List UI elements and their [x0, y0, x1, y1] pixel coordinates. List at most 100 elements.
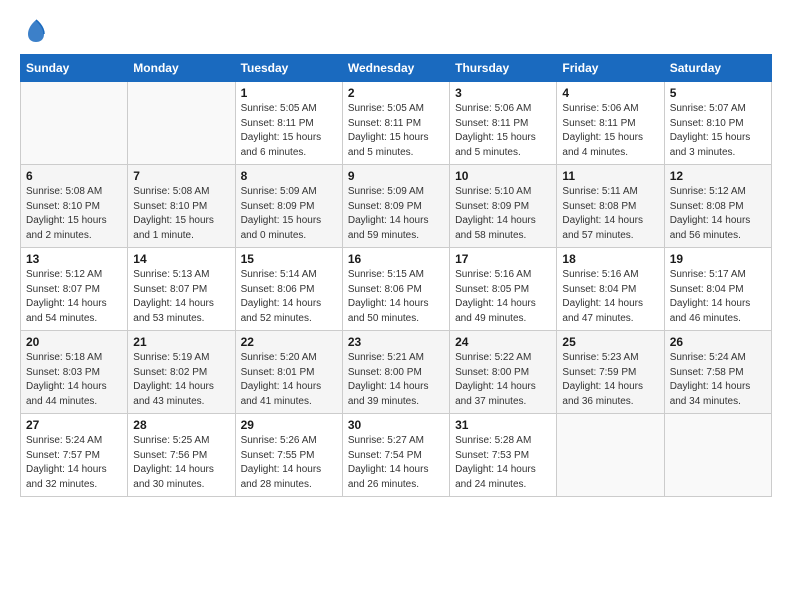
calendar-cell: 21 Sunrise: 5:19 AM Sunset: 8:02 PM Dayli…	[128, 331, 235, 414]
day-info: Sunrise: 5:07 AM Sunset: 8:10 PM Dayligh…	[670, 102, 766, 160]
column-header-friday: Friday	[557, 55, 664, 82]
column-header-sunday: Sunday	[21, 55, 128, 82]
day-info: Sunrise: 5:20 AM Sunset: 8:01 PM Dayligh…	[241, 351, 337, 409]
day-info: Sunrise: 5:19 AM Sunset: 8:02 PM Dayligh…	[133, 351, 229, 409]
calendar-cell: 5 Sunrise: 5:07 AM Sunset: 8:10 PM Daylig…	[664, 82, 771, 165]
calendar-cell: 9 Sunrise: 5:09 AM Sunset: 8:09 PM Daylig…	[342, 165, 449, 248]
day-number: 11	[562, 169, 658, 183]
day-info: Sunrise: 5:21 AM Sunset: 8:00 PM Dayligh…	[348, 351, 444, 409]
calendar-cell: 23 Sunrise: 5:21 AM Sunset: 8:00 PM Dayli…	[342, 331, 449, 414]
calendar-cell: 12Sunrise: 5:12 AM Sunset: 8:08 PM Dayli…	[664, 165, 771, 248]
calendar-cell: 25Sunrise: 5:23 AM Sunset: 7:59 PM Dayli…	[557, 331, 664, 414]
calendar-cell: 3Sunrise: 5:06 AM Sunset: 8:11 PM Daylig…	[450, 82, 557, 165]
column-header-tuesday: Tuesday	[235, 55, 342, 82]
day-number: 9	[348, 169, 444, 183]
day-info: Sunrise: 5:27 AM Sunset: 7:54 PM Dayligh…	[348, 434, 444, 492]
day-info: Sunrise: 5:24 AM Sunset: 7:57 PM Dayligh…	[26, 434, 122, 492]
day-number: 22	[241, 335, 337, 349]
calendar-cell: 27Sunrise: 5:24 AM Sunset: 7:57 PM Dayli…	[21, 414, 128, 497]
day-number: 28	[133, 418, 229, 432]
day-info: Sunrise: 5:15 AM Sunset: 8:06 PM Dayligh…	[348, 268, 444, 326]
day-info: Sunrise: 5:16 AM Sunset: 8:05 PM Dayligh…	[455, 268, 551, 326]
day-number: 26	[670, 335, 766, 349]
day-info: Sunrise: 5:09 AM Sunset: 8:09 PM Dayligh…	[348, 185, 444, 243]
calendar-cell: 30 Sunrise: 5:27 AM Sunset: 7:54 PM Dayli…	[342, 414, 449, 497]
page-header	[20, 20, 772, 44]
day-info: Sunrise: 5:28 AM Sunset: 7:53 PM Dayligh…	[455, 434, 551, 492]
calendar-row-week-1: 1 Sunrise: 5:05 AM Sunset: 8:11 PM Daylig…	[21, 82, 772, 165]
day-info: Sunrise: 5:09 AM Sunset: 8:09 PM Dayligh…	[241, 185, 337, 243]
calendar-cell	[21, 82, 128, 165]
day-number: 20	[26, 335, 122, 349]
calendar-cell	[128, 82, 235, 165]
day-info: Sunrise: 5:10 AM Sunset: 8:09 PM Dayligh…	[455, 185, 551, 243]
day-number: 30	[348, 418, 444, 432]
calendar-cell	[664, 414, 771, 497]
day-number: 25	[562, 335, 658, 349]
calendar-cell: 22 Sunrise: 5:20 AM Sunset: 8:01 PM Dayli…	[235, 331, 342, 414]
calendar-cell: 17 Sunrise: 5:16 AM Sunset: 8:05 PM Dayli…	[450, 248, 557, 331]
day-number: 5	[670, 86, 766, 100]
day-info: Sunrise: 5:06 AM Sunset: 8:11 PM Dayligh…	[455, 102, 551, 160]
calendar-cell: 10 Sunrise: 5:10 AM Sunset: 8:09 PM Dayli…	[450, 165, 557, 248]
calendar-table: SundayMondayTuesdayWednesdayThursdayFrid…	[20, 54, 772, 497]
day-info: Sunrise: 5:13 AM Sunset: 8:07 PM Dayligh…	[133, 268, 229, 326]
day-number: 7	[133, 169, 229, 183]
day-number: 1	[241, 86, 337, 100]
day-info: Sunrise: 5:14 AM Sunset: 8:06 PM Dayligh…	[241, 268, 337, 326]
calendar-cell: 28 Sunrise: 5:25 AM Sunset: 7:56 PM Dayli…	[128, 414, 235, 497]
day-number: 6	[26, 169, 122, 183]
day-number: 24	[455, 335, 551, 349]
day-number: 12	[670, 169, 766, 183]
day-number: 10	[455, 169, 551, 183]
day-number: 14	[133, 252, 229, 266]
calendar-cell: 1Sunrise: 5:05 AM Sunset: 8:11 PM Daylig…	[235, 82, 342, 165]
calendar-cell: 29Sunrise: 5:26 AM Sunset: 7:55 PM Dayli…	[235, 414, 342, 497]
calendar-cell: 7 Sunrise: 5:08 AM Sunset: 8:10 PM Daylig…	[128, 165, 235, 248]
day-number: 15	[241, 252, 337, 266]
calendar-cell: 6 Sunrise: 5:08 AM Sunset: 8:10 PM Daylig…	[21, 165, 128, 248]
day-info: Sunrise: 5:24 AM Sunset: 7:58 PM Dayligh…	[670, 351, 766, 409]
calendar-cell: 18 Sunrise: 5:16 AM Sunset: 8:04 PM Dayli…	[557, 248, 664, 331]
column-header-saturday: Saturday	[664, 55, 771, 82]
calendar-row-week-5: 27Sunrise: 5:24 AM Sunset: 7:57 PM Dayli…	[21, 414, 772, 497]
calendar-cell: 15 Sunrise: 5:14 AM Sunset: 8:06 PM Dayli…	[235, 248, 342, 331]
day-number: 31	[455, 418, 551, 432]
day-info: Sunrise: 5:17 AM Sunset: 8:04 PM Dayligh…	[670, 268, 766, 326]
day-number: 2	[348, 86, 444, 100]
calendar-cell: 19 Sunrise: 5:17 AM Sunset: 8:04 PM Dayli…	[664, 248, 771, 331]
day-number: 8	[241, 169, 337, 183]
day-info: Sunrise: 5:26 AM Sunset: 7:55 PM Dayligh…	[241, 434, 337, 492]
calendar-cell: 13Sunrise: 5:12 AM Sunset: 8:07 PM Dayli…	[21, 248, 128, 331]
calendar-cell: 2 Sunrise: 5:05 AM Sunset: 8:11 PM Daylig…	[342, 82, 449, 165]
calendar-cell: 11Sunrise: 5:11 AM Sunset: 8:08 PM Dayli…	[557, 165, 664, 248]
column-header-wednesday: Wednesday	[342, 55, 449, 82]
day-number: 19	[670, 252, 766, 266]
logo-icon	[22, 16, 50, 44]
day-info: Sunrise: 5:16 AM Sunset: 8:04 PM Dayligh…	[562, 268, 658, 326]
calendar-row-week-2: 6 Sunrise: 5:08 AM Sunset: 8:10 PM Daylig…	[21, 165, 772, 248]
day-number: 21	[133, 335, 229, 349]
day-info: Sunrise: 5:08 AM Sunset: 8:10 PM Dayligh…	[26, 185, 122, 243]
day-info: Sunrise: 5:05 AM Sunset: 8:11 PM Dayligh…	[348, 102, 444, 160]
day-number: 23	[348, 335, 444, 349]
day-info: Sunrise: 5:08 AM Sunset: 8:10 PM Dayligh…	[133, 185, 229, 243]
day-info: Sunrise: 5:12 AM Sunset: 8:07 PM Dayligh…	[26, 268, 122, 326]
day-info: Sunrise: 5:25 AM Sunset: 7:56 PM Dayligh…	[133, 434, 229, 492]
logo	[20, 20, 50, 44]
day-number: 4	[562, 86, 658, 100]
day-number: 18	[562, 252, 658, 266]
calendar-cell: 14 Sunrise: 5:13 AM Sunset: 8:07 PM Dayli…	[128, 248, 235, 331]
calendar-cell: 20 Sunrise: 5:18 AM Sunset: 8:03 PM Dayli…	[21, 331, 128, 414]
calendar-cell: 4Sunrise: 5:06 AM Sunset: 8:11 PM Daylig…	[557, 82, 664, 165]
calendar-cell: 26 Sunrise: 5:24 AM Sunset: 7:58 PM Dayli…	[664, 331, 771, 414]
calendar-cell: 8 Sunrise: 5:09 AM Sunset: 8:09 PM Daylig…	[235, 165, 342, 248]
calendar-cell: 31 Sunrise: 5:28 AM Sunset: 7:53 PM Dayli…	[450, 414, 557, 497]
day-number: 17	[455, 252, 551, 266]
calendar-row-week-3: 13Sunrise: 5:12 AM Sunset: 8:07 PM Dayli…	[21, 248, 772, 331]
day-info: Sunrise: 5:18 AM Sunset: 8:03 PM Dayligh…	[26, 351, 122, 409]
calendar-cell: 16Sunrise: 5:15 AM Sunset: 8:06 PM Dayli…	[342, 248, 449, 331]
day-info: Sunrise: 5:22 AM Sunset: 8:00 PM Dayligh…	[455, 351, 551, 409]
column-header-monday: Monday	[128, 55, 235, 82]
calendar-cell: 24 Sunrise: 5:22 AM Sunset: 8:00 PM Dayli…	[450, 331, 557, 414]
